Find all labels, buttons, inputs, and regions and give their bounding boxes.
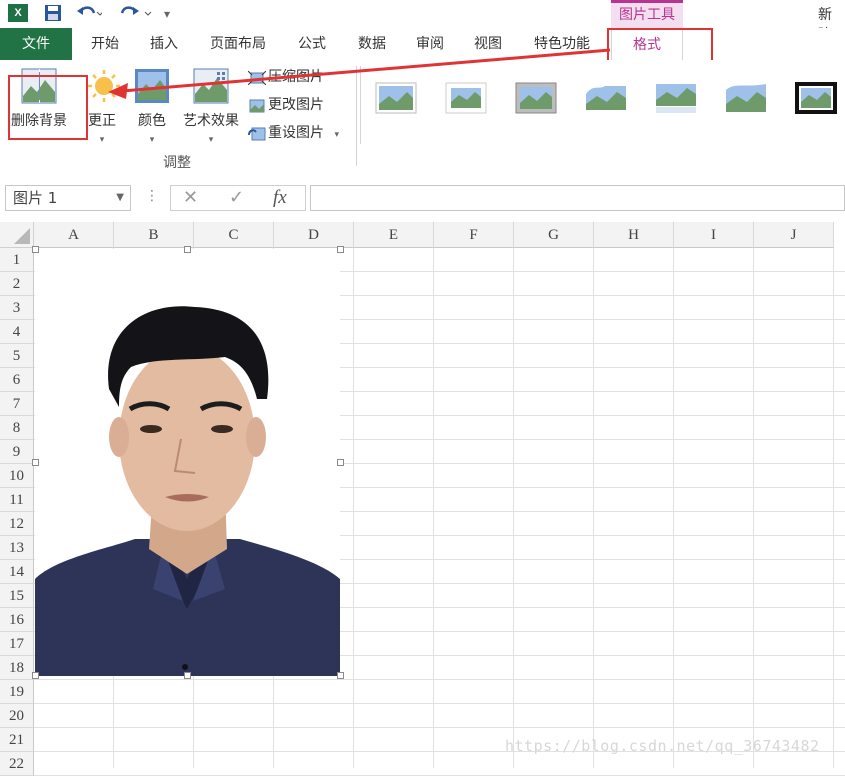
resize-handle-top[interactable] — [184, 246, 191, 253]
formula-input[interactable] — [310, 185, 845, 211]
gridline-horizontal — [34, 727, 845, 728]
resize-handle-top-right[interactable] — [337, 246, 344, 253]
column-header-j[interactable]: J — [754, 222, 834, 248]
gridline-vertical — [753, 248, 754, 768]
gridline-vertical — [433, 248, 434, 768]
formula-bar-resize-icon[interactable]: ⋮ — [145, 188, 159, 204]
resize-handle-bottom-right[interactable] — [337, 672, 344, 679]
resize-handle-bottom[interactable] — [184, 672, 191, 679]
row-header-4[interactable]: 4 — [0, 320, 34, 344]
row-header-17[interactable]: 17 — [0, 632, 34, 656]
row-header-2[interactable]: 2 — [0, 272, 34, 296]
resize-handle-right[interactable] — [337, 459, 344, 466]
row-header-10[interactable]: 10 — [0, 464, 34, 488]
row-header-9[interactable]: 9 — [0, 440, 34, 464]
select-all-corner[interactable] — [0, 222, 34, 248]
row-header-3[interactable]: 3 — [0, 296, 34, 320]
enter-icon[interactable]: ✓ — [229, 186, 244, 210]
cancel-icon[interactable]: ✕ — [183, 186, 198, 210]
row-header-21[interactable]: 21 — [0, 728, 34, 752]
gridline-horizontal — [34, 679, 845, 680]
row-header-15[interactable]: 15 — [0, 584, 34, 608]
row-header-5[interactable]: 5 — [0, 344, 34, 368]
name-box[interactable]: 图片 1 ▼ — [5, 185, 131, 211]
row-header-16[interactable]: 16 — [0, 608, 34, 632]
insert-function-icon[interactable]: fx — [273, 186, 287, 210]
portrait-image — [35, 249, 340, 676]
column-header-e[interactable]: E — [354, 222, 434, 248]
column-header-b[interactable]: B — [114, 222, 194, 248]
column-header-f[interactable]: F — [434, 222, 514, 248]
row-header-12[interactable]: 12 — [0, 512, 34, 536]
name-box-dropdown-icon[interactable]: ▼ — [116, 186, 124, 210]
row-header-8[interactable]: 8 — [0, 416, 34, 440]
name-box-value: 图片 1 — [13, 189, 58, 207]
resize-handle-bottom-left[interactable] — [32, 672, 39, 679]
column-header-h[interactable]: H — [594, 222, 674, 248]
column-header-c[interactable]: C — [194, 222, 274, 248]
gridline-vertical — [353, 248, 354, 768]
row-header-7[interactable]: 7 — [0, 392, 34, 416]
row-header-22[interactable]: 22 — [0, 752, 34, 776]
formula-buttons: ✕ ✓ fx — [170, 185, 306, 211]
row-header-14[interactable]: 14 — [0, 560, 34, 584]
row-header-18[interactable]: 18 — [0, 656, 34, 680]
watermark-text: https://blog.csdn.net/qq_36743482 — [505, 737, 820, 755]
column-header-d[interactable]: D — [274, 222, 354, 248]
gridline-vertical — [673, 248, 674, 768]
resize-handle-top-left[interactable] — [32, 246, 39, 253]
row-header-20[interactable]: 20 — [0, 704, 34, 728]
resize-handle-left[interactable] — [32, 459, 39, 466]
column-header-i[interactable]: I — [674, 222, 754, 248]
gridline-vertical — [513, 248, 514, 768]
row-header-6[interactable]: 6 — [0, 368, 34, 392]
column-header-a[interactable]: A — [34, 222, 114, 248]
column-header-g[interactable]: G — [514, 222, 594, 248]
gridline-vertical — [593, 248, 594, 768]
formula-bar: 图片 1 ▼ ⋮ ✕ ✓ fx — [0, 176, 845, 222]
gridline-horizontal — [34, 703, 845, 704]
row-header-1[interactable]: 1 — [0, 248, 34, 272]
row-header-13[interactable]: 13 — [0, 536, 34, 560]
gridline-vertical — [833, 248, 834, 768]
row-header-11[interactable]: 11 — [0, 488, 34, 512]
inserted-photo[interactable] — [35, 249, 340, 676]
row-header-19[interactable]: 19 — [0, 680, 34, 704]
